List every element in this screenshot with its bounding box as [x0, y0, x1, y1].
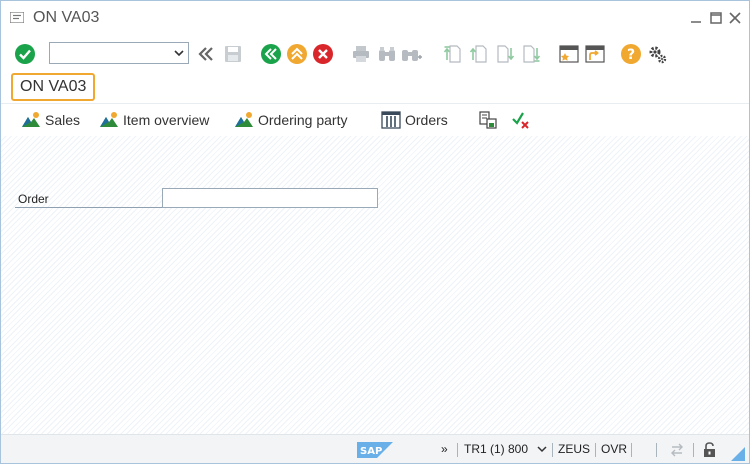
server-name: ZEUS: [558, 442, 591, 456]
save-icon: [225, 46, 241, 62]
last-page-icon: [523, 45, 541, 63]
find-icon: [379, 47, 395, 61]
generate-shortcut-button[interactable]: [583, 42, 607, 66]
transfer-icon: [671, 443, 683, 457]
next-page-button[interactable]: [493, 42, 517, 66]
item-overview-button[interactable]: Item overview: [99, 110, 209, 130]
separator: [595, 443, 596, 457]
separator: [693, 443, 694, 457]
insert-mode[interactable]: OVR: [601, 442, 627, 456]
exit-button[interactable]: [285, 42, 309, 66]
sales-button[interactable]: Sales: [21, 110, 80, 130]
separator: [552, 443, 553, 457]
system-info[interactable]: TR1 (1) 800: [464, 442, 528, 456]
enter-button[interactable]: [13, 42, 37, 66]
maximize-icon[interactable]: [709, 11, 723, 25]
unlock-icon[interactable]: [702, 441, 718, 459]
command-field[interactable]: [49, 42, 189, 64]
generate-shortcut-icon: [585, 45, 605, 63]
system-dropdown-icon[interactable]: [537, 446, 547, 454]
menu-icon[interactable]: [10, 12, 24, 23]
resize-grip-icon[interactable]: [731, 447, 745, 461]
enter-check-icon: [15, 44, 35, 64]
status-bar: SAP » TR1 (1) 800 ZEUS OVR: [1, 434, 749, 463]
next-page-icon: [497, 45, 515, 63]
minimize-icon[interactable]: [689, 11, 703, 25]
close-icon[interactable]: [728, 11, 742, 25]
collapse-button[interactable]: [194, 42, 218, 66]
ordering-party-button[interactable]: Ordering party: [234, 110, 347, 130]
order-label: Order: [18, 192, 49, 206]
print-button[interactable]: [349, 42, 373, 66]
previous-page-button[interactable]: [467, 42, 491, 66]
document-flow-button[interactable]: [479, 110, 501, 130]
save-button[interactable]: [221, 42, 245, 66]
cancel-icon: [313, 44, 333, 64]
collapse-icon: [198, 47, 213, 61]
svg-text:?: ?: [627, 47, 635, 63]
help-icon: ?: [621, 44, 641, 64]
create-session-button[interactable]: [557, 42, 581, 66]
content-area: Order: [1, 136, 749, 434]
svg-text:SAP: SAP: [360, 446, 382, 457]
orders-button[interactable]: Orders: [381, 110, 448, 130]
overview-chart-icon: [235, 112, 253, 127]
order-input[interactable]: [162, 188, 378, 208]
help-button[interactable]: ?: [619, 42, 643, 66]
customize-layout-button[interactable]: [645, 42, 669, 66]
system-toolbar: ?: [1, 37, 749, 71]
application-toolbar: Sales Item overview Ordering party Order…: [1, 103, 749, 137]
back-icon: [261, 44, 281, 64]
document-flow-icon: [479, 111, 497, 129]
create-session-icon: [559, 45, 579, 63]
order-label-underline: [15, 207, 162, 208]
first-page-icon: [443, 45, 461, 63]
overview-chart-icon: [22, 112, 40, 127]
find-next-icon: [402, 50, 422, 61]
title-bar: ON VA03: [1, 1, 749, 35]
transaction-title: ON VA03: [11, 73, 95, 101]
previous-page-icon: [469, 45, 487, 63]
cancel-button[interactable]: [311, 42, 335, 66]
check-button[interactable]: [511, 110, 535, 130]
print-icon: [353, 46, 369, 62]
orders-list-icon: [381, 111, 401, 129]
check-cross-icon: [512, 112, 529, 129]
window-title: ON VA03: [33, 9, 100, 26]
separator: [457, 443, 458, 457]
sap-gui-window: ON VA03 ? ON VA03 Sales Item overview Or…: [0, 0, 750, 464]
orders-label: Orders: [405, 112, 448, 128]
statusbar-expand-icon[interactable]: »: [441, 442, 448, 456]
back-button[interactable]: [259, 42, 283, 66]
item-overview-label: Item overview: [123, 112, 210, 128]
exit-icon: [287, 44, 307, 64]
find-button[interactable]: [375, 42, 399, 66]
first-page-button[interactable]: [441, 42, 465, 66]
overview-chart-icon: [100, 112, 118, 127]
separator: [656, 443, 657, 457]
sales-label: Sales: [45, 112, 81, 128]
command-input[interactable]: [50, 43, 176, 63]
sap-logo-icon: SAP: [357, 442, 393, 458]
separator: [631, 443, 632, 457]
ordering-party-label: Ordering party: [258, 112, 348, 128]
find-next-button[interactable]: [399, 42, 423, 66]
last-page-button[interactable]: [519, 42, 543, 66]
customize-layout-icon: [649, 46, 667, 64]
command-dropdown-icon[interactable]: [174, 46, 184, 60]
